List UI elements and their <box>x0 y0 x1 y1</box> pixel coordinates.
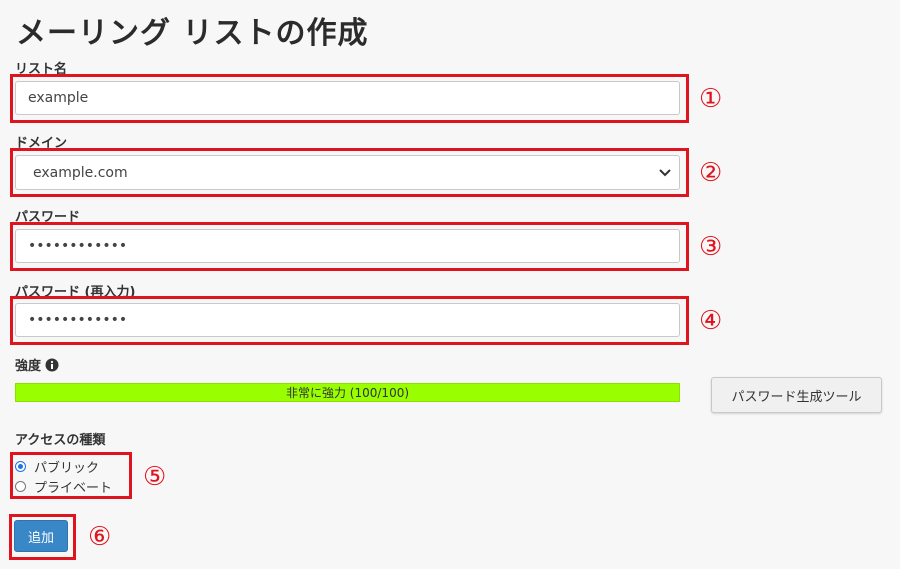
password-confirm-value: •••••••••••• <box>28 312 128 328</box>
marker-5: ⑤ <box>143 462 167 492</box>
marker-1: ① <box>699 84 723 114</box>
strength-text: 非常に強力 (100/100) <box>285 386 410 400</box>
info-icon[interactable] <box>45 358 59 372</box>
access-type-label: アクセスの種類 <box>15 433 106 448</box>
password-value: •••••••••••• <box>28 238 128 254</box>
marker-4: ④ <box>699 306 723 336</box>
list-name-input[interactable]: example <box>15 81 680 115</box>
chevron-down-icon <box>659 168 671 176</box>
password-generator-button[interactable]: パスワード生成ツール <box>711 377 882 413</box>
strength-label: 強度 <box>15 359 42 374</box>
access-type-group: パブリック プライベート <box>15 456 112 496</box>
radio-private-label: プライベート <box>34 480 113 496</box>
domain-select[interactable]: example.com <box>15 155 680 190</box>
marker-3: ③ <box>699 232 723 262</box>
radio-public[interactable]: パブリック <box>15 456 112 476</box>
password-confirm-input[interactable]: •••••••••••• <box>15 303 680 337</box>
add-button[interactable]: 追加 <box>14 520 68 552</box>
radio-public-label: パブリック <box>34 460 100 476</box>
password-input[interactable]: •••••••••••• <box>15 229 680 263</box>
radio-private[interactable]: プライベート <box>15 476 112 496</box>
marker-6: ⑥ <box>88 522 112 552</box>
radio-private-control[interactable] <box>15 480 26 492</box>
page-title: メーリング リストの作成 <box>16 16 369 51</box>
domain-value: example.com <box>33 164 128 181</box>
strength-bar: 非常に強力 (100/100) <box>15 383 680 402</box>
list-name-value: example <box>28 90 89 106</box>
strength-label-row: 強度 <box>15 355 59 374</box>
radio-public-control[interactable] <box>15 460 26 472</box>
marker-2: ② <box>699 158 723 188</box>
